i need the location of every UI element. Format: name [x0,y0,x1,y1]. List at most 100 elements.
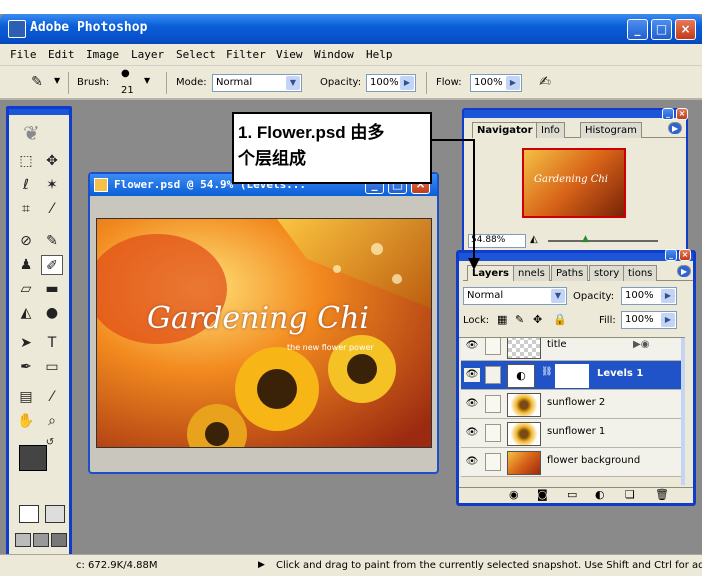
new-adjustment-icon[interactable]: ◐ [595,488,605,501]
gradient-tool-icon[interactable]: ▬ [41,279,63,299]
menu-filter[interactable]: Filter [226,48,266,61]
mode-select[interactable]: Normal ▼ [212,74,302,92]
dodge-tool-icon[interactable]: ● [41,303,63,323]
layers-scrollbar[interactable] [681,338,685,485]
status-arrow-icon[interactable]: ▶ [258,560,265,570]
magic-wand-icon[interactable]: ✶ [41,175,63,195]
menu-file[interactable]: File [10,48,37,61]
pen-tool-icon[interactable]: ✒ [15,357,37,377]
quick-mask-button[interactable] [45,505,65,523]
brush-dot-icon[interactable]: ● [121,68,130,79]
move-tool-icon[interactable]: ✥ [41,151,63,171]
zoom-slider[interactable] [548,240,658,242]
type-tool-icon[interactable]: T [41,333,63,353]
layers-menu-icon[interactable]: ▶ [677,265,692,277]
brush-picker-arrow-icon[interactable]: ▼ [144,76,150,85]
layer-effects-icon[interactable]: ▶◉ [633,339,649,350]
navigator-minimize-button[interactable]: _ [662,108,674,120]
lock-all-icon[interactable]: 🔒 [553,313,567,326]
chevron-down-icon[interactable]: ▼ [54,76,60,85]
blur-tool-icon[interactable]: ◭ [15,303,37,323]
shape-tool-icon[interactable]: ▭ [41,357,63,377]
menu-select[interactable]: Select [176,48,216,61]
tab-actions[interactable]: tions [623,265,658,281]
maximize-button[interactable]: □ [651,19,672,40]
layer-link-box[interactable] [485,453,501,471]
marquee-tool-icon[interactable]: ⬚ [15,151,37,171]
layer-link-box[interactable] [485,395,501,413]
fill-input[interactable]: 100% ▶ [621,311,677,329]
tab-histogram[interactable]: Histogram [580,122,642,138]
menu-image[interactable]: Image [86,48,119,61]
navigator-menu-icon[interactable]: ▶ [668,122,683,134]
tab-channels[interactable]: nnels [513,265,550,281]
screen-mode-1-button[interactable] [15,533,31,547]
menu-edit[interactable]: Edit [48,48,75,61]
standard-mode-button[interactable] [19,505,39,523]
zoom-tool-icon[interactable]: ⌕ [41,411,63,431]
path-select-icon[interactable]: ➤ [15,333,37,353]
eyedropper-icon[interactable]: ⁄ [41,387,63,407]
zoom-out-icon[interactable]: ◭ [530,234,538,245]
tab-history[interactable]: story [589,265,625,281]
layer-thumbnail [507,422,541,446]
history-brush-icon[interactable]: ✐ [41,255,63,275]
airbrush-icon[interactable]: ✍ [534,72,556,92]
layer-row-sunflower-2[interactable]: 👁 sunflower 2 [461,390,681,419]
slice-tool-icon[interactable]: ⁄ [41,199,63,219]
lasso-tool-icon[interactable]: ℓ [15,175,37,195]
tab-navigator[interactable]: Navigator [472,122,538,138]
layer-mask-link-icon[interactable] [485,366,501,384]
screen-mode-2-button[interactable] [33,533,49,547]
navigator-close-button[interactable]: × [676,108,688,120]
menu-layer[interactable]: Layer [131,48,164,61]
notes-tool-icon[interactable]: ▤ [15,387,37,407]
visibility-eye-icon[interactable]: 👁 [464,339,480,353]
navigator-panel: _ × Navigator Info Histogram ▶ Gardening… [462,108,688,254]
eraser-tool-icon[interactable]: ▱ [15,279,37,299]
menu-window[interactable]: Window [314,48,354,61]
new-layer-icon[interactable]: ❏ [625,488,635,501]
add-mask-icon[interactable]: ◙ [537,488,548,501]
navigator-thumbnail[interactable]: Gardening Chi [522,148,626,218]
healing-brush-icon[interactable]: ⊘ [15,231,37,251]
close-button[interactable]: × [675,19,696,40]
clone-stamp-icon[interactable]: ✎ [26,72,48,92]
layer-row-levels[interactable]: 👁 ◐ ⛓ Levels 1 [461,361,681,390]
visibility-eye-icon[interactable]: 👁 [464,455,480,469]
screen-mode-3-button[interactable] [51,533,67,547]
blend-mode-select[interactable]: Normal ▼ [463,287,567,305]
crop-tool-icon[interactable]: ⌗ [15,199,37,219]
menu-view[interactable]: View [276,48,303,61]
zoom-slider-handle[interactable]: ▲ [582,234,589,244]
menu-help[interactable]: Help [366,48,393,61]
tab-info[interactable]: Info [536,122,565,138]
lock-pixels-icon[interactable]: ✎ [515,313,524,326]
lock-transparency-icon[interactable]: ▦ [497,313,507,326]
layer-link-box[interactable] [485,338,501,355]
brush-tool-icon[interactable]: ✎ [41,231,63,251]
lock-position-icon[interactable]: ✥ [533,313,542,326]
layer-row-flower-background[interactable]: 👁 flower background [461,448,681,477]
layer-thumbnail [507,393,541,417]
document-canvas[interactable]: Gardening Chi the new flower power [96,218,432,448]
opacity-input[interactable]: 100% ▶ [366,74,416,92]
stamp-tool-icon[interactable]: ♟ [15,255,37,275]
layers-close-button[interactable]: × [679,249,691,261]
layer-row-title[interactable]: 👁 title ▶◉ [461,338,681,361]
new-set-icon[interactable]: ▭ [567,488,577,501]
layer-style-icon[interactable]: ◉ [509,488,519,501]
trash-icon[interactable]: 🗑 [655,488,669,501]
flow-input[interactable]: 100% ▶ [470,74,522,92]
layer-row-sunflower-1[interactable]: 👁 sunflower 1 [461,419,681,448]
hand-tool-icon[interactable]: ✋ [15,411,37,431]
tab-paths[interactable]: Paths [551,265,589,281]
layers-minimize-button[interactable]: _ [665,249,677,261]
visibility-eye-icon[interactable]: 👁 [464,397,480,411]
visibility-eye-icon[interactable]: 👁 [464,426,480,440]
minimize-button[interactable]: _ [627,19,648,40]
swap-colors-icon[interactable]: ↺ [43,437,57,449]
visibility-eye-icon[interactable]: 👁 [464,368,480,382]
layer-link-box[interactable] [485,424,501,442]
layers-opacity-input[interactable]: 100% ▶ [621,287,677,305]
